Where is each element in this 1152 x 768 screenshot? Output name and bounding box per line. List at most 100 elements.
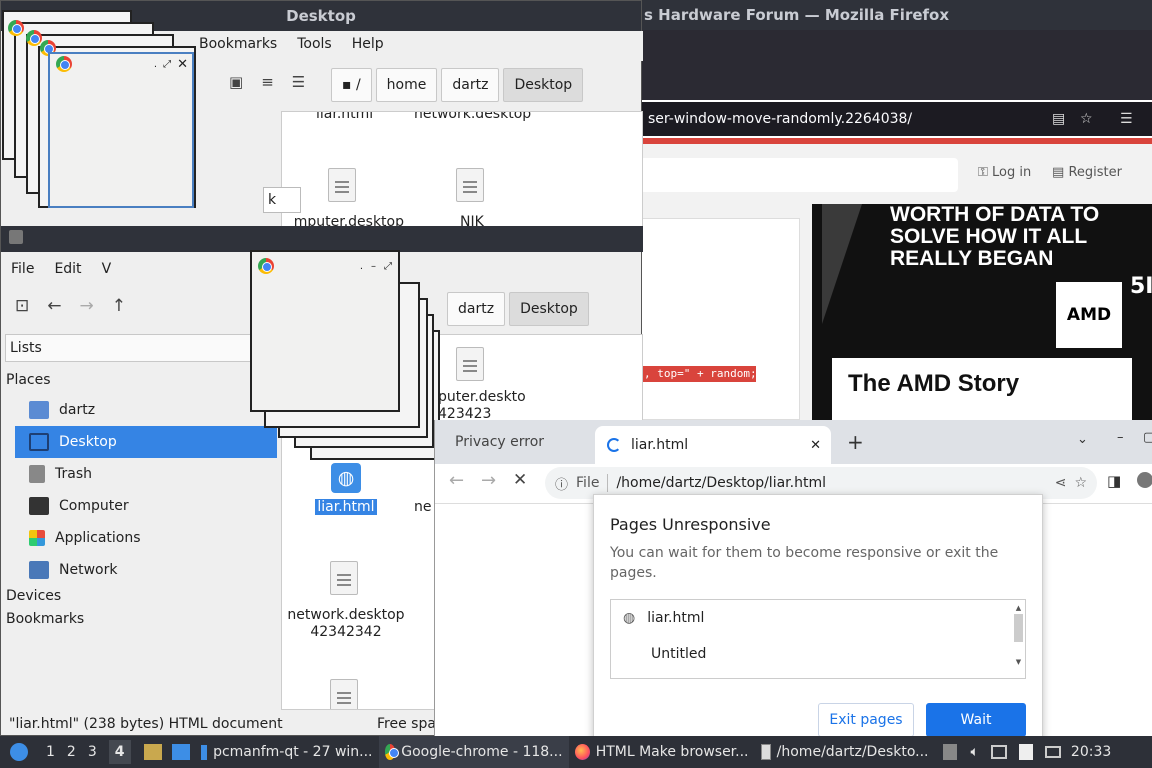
- sidebar-item-label: Network: [59, 562, 118, 578]
- firefox-titlebar: s Hardware Forum — Mozilla Firefox: [640, 0, 1152, 30]
- list-scrollbar[interactable]: ▲ ▼: [1014, 604, 1023, 674]
- maximize-icon[interactable]: ⤢: [163, 59, 171, 70]
- bookmarks-header[interactable]: Bookmarks: [6, 611, 84, 627]
- firefox-urlbar[interactable]: ser-window-move-randomly.2264038/ ▤ ☆ ☰: [640, 102, 1152, 136]
- tab-privacy-error[interactable]: Privacy error: [455, 434, 544, 450]
- wait-button[interactable]: Wait: [926, 703, 1026, 737]
- file-label-network[interactable]: network.desktop: [414, 112, 531, 122]
- tab-search-icon[interactable]: ⌄: [1077, 432, 1088, 447]
- new-tab-icon[interactable]: ⊡: [15, 296, 29, 316]
- network-tray-icon[interactable]: [990, 745, 1007, 759]
- breadcrumb-dartz[interactable]: dartz: [447, 292, 506, 326]
- restore-icon[interactable]: –: [371, 261, 376, 272]
- globe-icon: ◍: [623, 610, 636, 626]
- menu-edit[interactable]: Edit: [44, 256, 91, 282]
- file-item-liar[interactable]: ◍ liar.html: [314, 463, 378, 515]
- devices-header[interactable]: Devices: [6, 588, 61, 604]
- firefox-title: s Hardware Forum — Mozilla Firefox: [644, 6, 950, 24]
- path-root[interactable]: ▪ /: [331, 68, 372, 102]
- unresponsive-dialog: Pages Unresponsive You can wait for them…: [593, 494, 1043, 744]
- amd-logo-text: AMD: [1066, 305, 1112, 325]
- workspace-4[interactable]: 4: [108, 740, 131, 764]
- bookmark-star-icon[interactable]: ☆: [1074, 475, 1087, 491]
- show-desktop-icon[interactable]: [171, 744, 190, 760]
- file-item-partial[interactable]: ne: [414, 499, 432, 515]
- list-item[interactable]: Untitled: [611, 636, 1025, 672]
- menu-view[interactable]: V: [92, 256, 122, 282]
- file-item-computer[interactable]: puter.deskto 423423: [438, 389, 526, 423]
- bookmark-star-icon[interactable]: ☆: [1080, 102, 1093, 136]
- clipboard-icon[interactable]: [1018, 744, 1033, 760]
- info-icon[interactable]: ⓘ: [555, 474, 568, 493]
- menu-help[interactable]: Help: [342, 31, 394, 61]
- ad-banner[interactable]: WORTH OF DATA TO SOLVE HOW IT ALL REALLY…: [812, 204, 1152, 420]
- chrome-popup-window[interactable]: . ⤢ ✕: [48, 52, 194, 208]
- maximize-icon[interactable]: ▢: [1143, 430, 1152, 445]
- list-item-label: liar.html: [647, 610, 705, 626]
- workspace-2[interactable]: 2: [67, 744, 76, 760]
- task-chrome[interactable]: Google-chrome - 118...: [378, 736, 569, 768]
- battery-icon[interactable]: [1044, 746, 1061, 758]
- chrome-icon: [384, 744, 399, 760]
- back-icon[interactable]: ←: [449, 470, 464, 491]
- new-tab-icon[interactable]: +: [847, 430, 864, 454]
- workspace-1[interactable]: 1: [46, 744, 55, 760]
- breadcrumb-home[interactable]: home: [375, 68, 438, 102]
- back-icon[interactable]: ←: [47, 296, 61, 316]
- chrome-popup-window[interactable]: . – ⤢: [250, 250, 400, 412]
- file-label-liar[interactable]: liar.html: [316, 112, 373, 122]
- file-icon[interactable]: [330, 679, 358, 709]
- breadcrumb-desktop[interactable]: Desktop: [503, 68, 584, 102]
- sidebar-item-applications[interactable]: Applications: [15, 522, 277, 554]
- sidebar-item-desktop[interactable]: Desktop: [15, 426, 277, 458]
- volume-icon[interactable]: 🔈︎: [971, 744, 979, 760]
- start-menu-button[interactable]: [0, 736, 38, 768]
- menu-file[interactable]: File: [1, 256, 44, 282]
- up-icon[interactable]: ↑: [112, 296, 126, 316]
- breadcrumb-desktop[interactable]: Desktop: [509, 292, 589, 326]
- tab-close-icon[interactable]: ✕: [810, 438, 821, 453]
- sidebar-item-dartz[interactable]: dartz: [15, 394, 277, 426]
- forward-icon[interactable]: →: [481, 470, 496, 491]
- forum-search-box[interactable]: [640, 158, 958, 192]
- file-icon[interactable]: [330, 561, 358, 595]
- login-link[interactable]: ⚿ Log in: [978, 165, 1031, 180]
- page-list[interactable]: ◍ liar.html Untitled ▲ ▼: [610, 599, 1026, 679]
- file-item-network[interactable]: network.desktop 42342342: [282, 607, 410, 641]
- file-icon[interactable]: [328, 168, 356, 202]
- task-pcmanfm[interactable]: pcmanfm-qt - 27 win...: [195, 736, 379, 768]
- removable-drive-icon[interactable]: [942, 744, 957, 760]
- side-pane-selector[interactable]: Lists: [5, 334, 277, 362]
- sidebar-item-trash[interactable]: Trash: [15, 458, 277, 490]
- sidebar-item-network[interactable]: Network: [15, 554, 277, 586]
- file-icon[interactable]: [456, 168, 484, 202]
- close-icon[interactable]: ✕: [177, 57, 188, 72]
- minimize-icon[interactable]: .: [360, 261, 363, 272]
- breadcrumb-dartz[interactable]: dartz: [441, 68, 500, 102]
- file-icon[interactable]: [456, 347, 484, 381]
- share-icon[interactable]: ⋖: [1055, 475, 1067, 491]
- sidebar-item-computer[interactable]: Computer: [15, 490, 277, 522]
- profile-icon[interactable]: [1137, 472, 1152, 488]
- menu-tools[interactable]: Tools: [287, 31, 342, 61]
- task-editor[interactable]: /home/dartz/Deskto...: [755, 736, 935, 768]
- stop-icon[interactable]: ✕: [513, 470, 527, 490]
- minimize-icon[interactable]: .: [154, 59, 157, 70]
- maximize-icon[interactable]: ⤢: [384, 261, 392, 272]
- exit-pages-button[interactable]: Exit pages: [818, 703, 914, 737]
- register-link[interactable]: ▤ Register: [1052, 165, 1122, 180]
- workspace-3[interactable]: 3: [88, 744, 97, 760]
- list-item[interactable]: ◍ liar.html: [611, 600, 1025, 636]
- minimize-icon[interactable]: –: [1117, 430, 1124, 445]
- task-label: Google-chrome - 118...: [401, 744, 563, 760]
- tab-liar[interactable]: liar.html ✕: [595, 426, 831, 464]
- file-manager-launcher-icon[interactable]: [143, 744, 162, 760]
- side-panel-icon[interactable]: ◨: [1107, 472, 1121, 490]
- forum-post-panel: [640, 218, 800, 420]
- reader-icon[interactable]: ▤: [1052, 102, 1065, 136]
- task-firefox[interactable]: HTML Make browser...: [569, 736, 755, 768]
- menu-icon[interactable]: ☰: [1120, 102, 1133, 136]
- clock[interactable]: 20:33: [1071, 744, 1111, 760]
- forward-icon[interactable]: →: [80, 296, 94, 316]
- detail-view-icon[interactable]: ☰: [292, 73, 305, 91]
